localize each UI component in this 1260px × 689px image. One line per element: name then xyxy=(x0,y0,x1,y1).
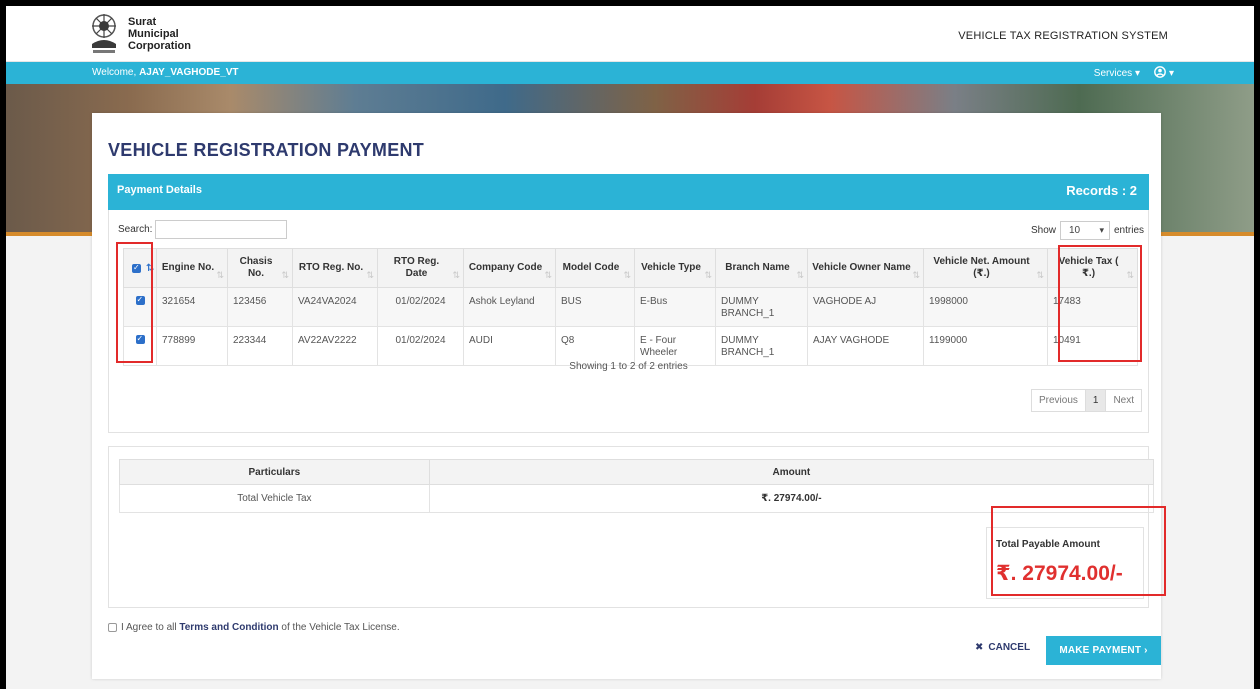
cell-chasis: 223344 xyxy=(227,326,293,366)
services-label: Services xyxy=(1093,68,1133,79)
system-title: VEHICLE TAX REGISTRATION SYSTEM xyxy=(958,30,1168,42)
navbar: Welcome, AJAY_VAGHODE_VT Services ▾ ▾ xyxy=(6,62,1254,84)
col-rto-reg-date[interactable]: RTO Reg. Date ⇅ xyxy=(377,248,464,288)
services-menu[interactable]: Services ▾ xyxy=(1094,68,1140,79)
top-header: Surat Municipal Corporation VEHICLE TAX … xyxy=(6,6,1254,62)
next-page-button[interactable]: Next xyxy=(1106,390,1141,411)
sort-icon: ⇅ xyxy=(281,270,289,280)
page-length: Show 10 ▾ entries xyxy=(1031,221,1144,240)
chevron-down-icon: ▾ xyxy=(1099,225,1104,235)
sort-icon: ⇅ xyxy=(452,270,460,280)
sort-icon: ⇅ xyxy=(1036,270,1044,280)
make-payment-button[interactable]: MAKE PAYMENT › xyxy=(1046,636,1161,665)
records-count: Records : 2 xyxy=(1066,183,1137,198)
cell-company: Ashok Leyland xyxy=(463,287,556,327)
page-1-button[interactable]: 1 xyxy=(1084,390,1107,411)
welcome-text: Welcome, AJAY_VAGHODE_VT xyxy=(92,67,239,78)
cancel-button[interactable]: ✖ CANCEL xyxy=(975,642,1030,653)
page-title: VEHICLE REGISTRATION PAYMENT xyxy=(108,140,425,160)
cell-rto-date: 01/02/2024 xyxy=(377,287,464,327)
sort-icon: ⇅ xyxy=(216,270,224,280)
cell-owner: VAGHODE AJ xyxy=(807,287,924,327)
chevron-down-icon: ▾ xyxy=(1134,68,1140,79)
sort-icon: ⇅ xyxy=(366,270,374,280)
col-rto-reg-no[interactable]: RTO Reg. No. ⇅ xyxy=(292,248,378,288)
chevron-down-icon: ▾ xyxy=(1168,68,1174,79)
smc-emblem-icon xyxy=(90,12,124,56)
cell-model: Q8 xyxy=(555,326,635,366)
show-label: Show xyxy=(1030,225,1056,236)
pagination: Previous 1 Next xyxy=(1030,389,1142,412)
payment-table: ⇅ Engine No.⇅ Chasis No.⇅ RTO Reg. No.⇅ … xyxy=(123,248,1138,366)
cell-rto-date: 01/02/2024 xyxy=(377,326,464,366)
totals-header-row: Particulars Amount xyxy=(119,459,1155,485)
cell-branch: DUMMY BRANCH_1 xyxy=(715,287,808,327)
cell-engine: 778899 xyxy=(156,326,228,366)
cell-type: E-Bus xyxy=(634,287,716,327)
highlight-vehicle-tax-column xyxy=(1058,245,1142,362)
payment-details-body: Search: Show 10 ▾ entries ✓ ⇅ Engine No.… xyxy=(108,210,1149,433)
col-vehicle-type[interactable]: Vehicle Type ⇅ xyxy=(634,248,716,288)
cell-rto-no: VA24VA2024 xyxy=(292,287,378,327)
cell-type: E - Four Wheeler xyxy=(634,326,716,366)
col-chasis-no[interactable]: Chasis No. ⇅ xyxy=(227,248,293,288)
payment-details-header: Payment Details Records : 2 xyxy=(108,174,1149,210)
cell-engine: 321654 xyxy=(156,287,228,327)
logo-text-line1: Surat xyxy=(128,16,157,28)
terms-agreement: I Agree to all Terms and Condition of th… xyxy=(108,622,400,633)
cell-model: BUS xyxy=(555,287,635,327)
terms-link[interactable]: Terms and Condition xyxy=(179,622,278,633)
cell-owner: AJAY VAGHODE xyxy=(807,326,924,366)
highlight-total-payable xyxy=(991,506,1166,596)
username: AJAY_VAGHODE_VT xyxy=(139,67,239,78)
col-model-code[interactable]: Model Code ⇅ xyxy=(555,248,635,288)
cell-chasis: 123456 xyxy=(227,287,293,327)
table-row: 778899 223344 AV22AV2222 01/02/2024 AUDI… xyxy=(123,326,1138,366)
cell-branch: DUMMY BRANCH_1 xyxy=(715,326,808,366)
cell-company: AUDI xyxy=(463,326,556,366)
col-engine-no[interactable]: Engine No. ⇅ xyxy=(156,248,228,288)
sort-icon: ⇅ xyxy=(796,270,804,280)
table-header-row: ⇅ Engine No.⇅ Chasis No.⇅ RTO Reg. No.⇅ … xyxy=(123,248,1138,288)
cell-net-amount: 1998000 xyxy=(923,287,1048,327)
smc-logo[interactable]: Surat Municipal Corporation xyxy=(90,12,191,56)
previous-page-button[interactable]: Previous xyxy=(1032,390,1085,411)
cancel-label: CANCEL xyxy=(988,642,1031,653)
col-company-code[interactable]: Company Code ⇅ xyxy=(463,248,556,288)
table-row: 321654 123456 VA24VA2024 01/02/2024 Asho… xyxy=(123,287,1138,327)
showing-info: Showing 1 to 2 of 2 entries xyxy=(569,361,688,372)
logo-text-line3: Corporation xyxy=(128,40,191,52)
search-input[interactable] xyxy=(155,220,288,239)
browser-frame: Surat Municipal Corporation VEHICLE TAX … xyxy=(6,6,1254,689)
col-amount: Amount xyxy=(428,459,1155,485)
cell-net-amount: 1199000 xyxy=(923,326,1048,366)
user-menu[interactable]: ▾ xyxy=(1154,66,1174,81)
terms-suffix: of the Vehicle Tax License. xyxy=(278,622,400,633)
search-bar: Search: xyxy=(118,220,288,239)
search-label: Search: xyxy=(118,224,153,235)
sort-icon: ⇅ xyxy=(623,270,631,280)
col-branch-name[interactable]: Branch Name ⇅ xyxy=(715,248,808,288)
totals-table: Particulars Amount Total Vehicle Tax ₹. … xyxy=(119,459,1155,513)
entries-select[interactable]: 10 ▾ xyxy=(1059,221,1110,240)
cell-rto-no: AV22AV2222 xyxy=(292,326,378,366)
col-owner-name[interactable]: Vehicle Owner Name ⇅ xyxy=(807,248,924,288)
terms-checkbox[interactable] xyxy=(108,623,117,632)
welcome-prefix: Welcome, xyxy=(92,67,140,78)
payment-details-title: Payment Details xyxy=(117,184,202,196)
entries-label: entries xyxy=(1113,225,1144,236)
sort-icon: ⇅ xyxy=(704,270,712,280)
col-net-amount[interactable]: Vehicle Net. Amount (₹.) ⇅ xyxy=(923,248,1048,288)
total-vehicle-tax-label: Total Vehicle Tax xyxy=(119,484,430,513)
user-circle-icon xyxy=(1154,66,1166,81)
logo-text-line2: Municipal xyxy=(128,28,179,40)
close-icon: ✖ xyxy=(975,642,984,653)
entries-value: 10 xyxy=(1068,225,1081,236)
terms-prefix: I Agree to all xyxy=(121,622,180,633)
highlight-checkbox-column xyxy=(116,242,153,363)
col-particulars: Particulars xyxy=(119,459,430,485)
sort-icon: ⇅ xyxy=(912,270,920,280)
sort-icon: ⇅ xyxy=(544,270,552,280)
